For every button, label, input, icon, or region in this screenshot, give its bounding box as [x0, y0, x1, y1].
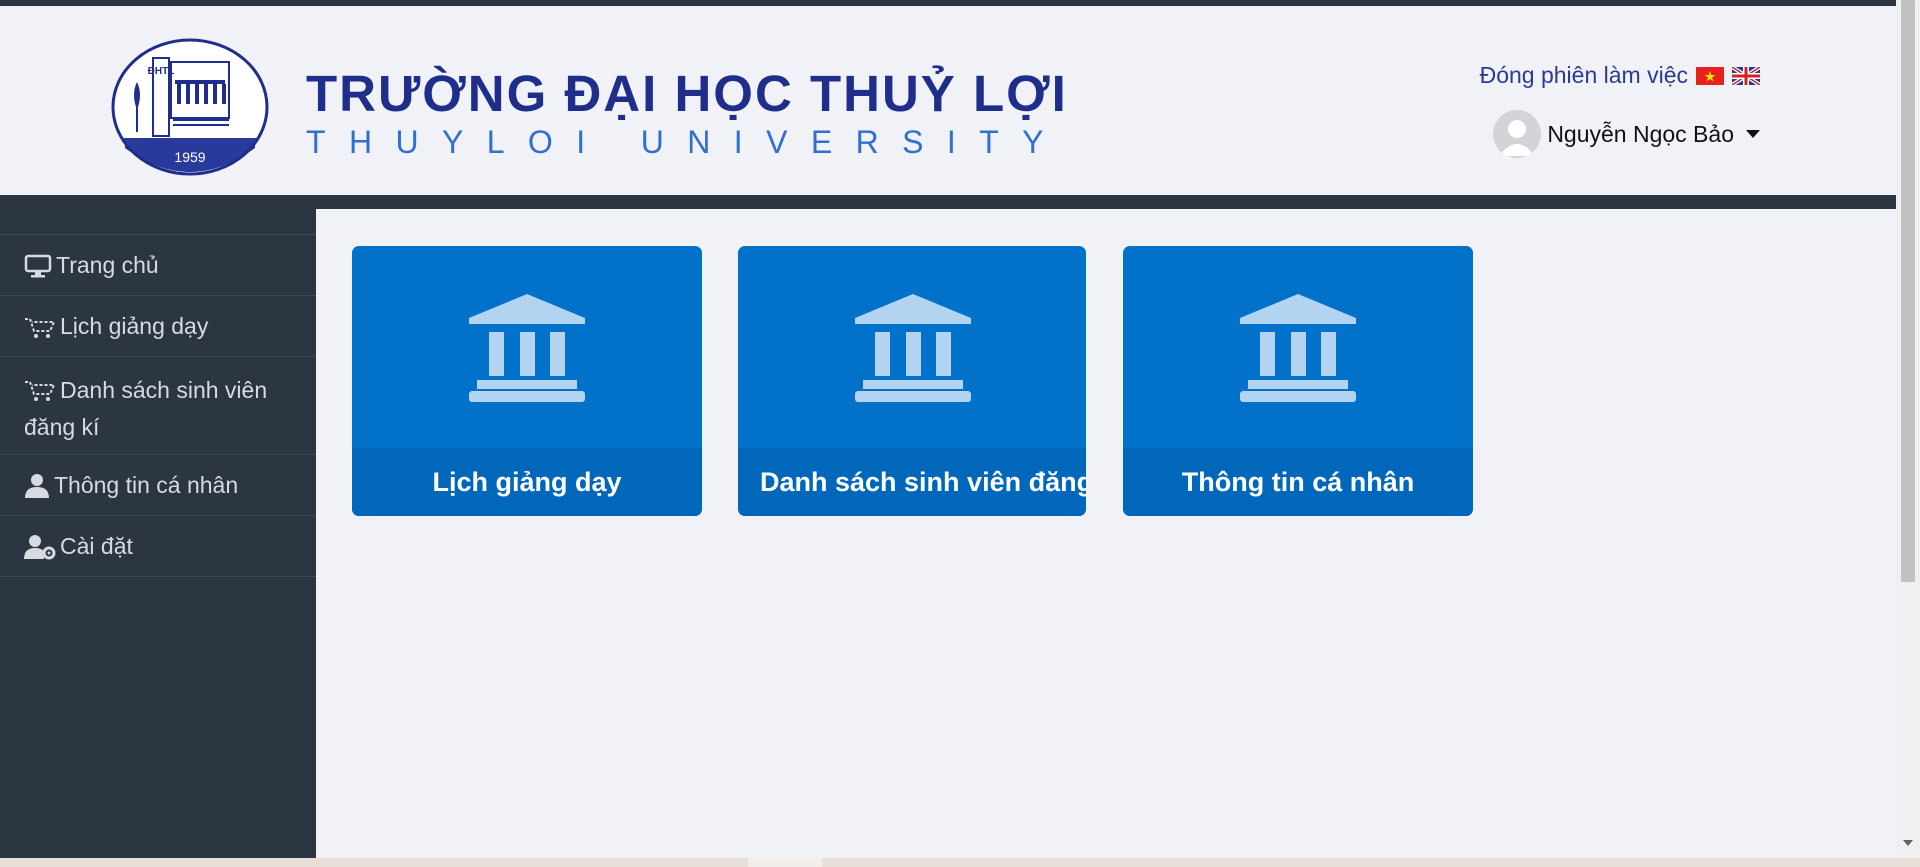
taskbar-highlight	[748, 858, 822, 867]
user-cog-icon	[24, 534, 56, 559]
user-name: Nguyễn Ngọc Bảo	[1547, 120, 1734, 147]
session-bar: Đóng phiên làm việc	[1480, 62, 1760, 89]
card-footer: Danh sách sinh viên đăng kí	[738, 448, 1086, 516]
logo-initials: ĐHTL	[148, 66, 175, 77]
sidebar-item-personal-info[interactable]: Thông tin cá nhân	[0, 454, 316, 515]
sidebar-item-teaching-schedule[interactable]: Lịch giảng dạy	[0, 295, 316, 356]
avatar	[1493, 110, 1542, 158]
vertical-scrollbar[interactable]	[1896, 0, 1920, 858]
sidebar-item-label: Cài đặt	[60, 533, 133, 559]
card-teaching-schedule[interactable]: Lịch giảng dạy	[352, 246, 702, 516]
sidebar-item-label: Lịch giảng dạy	[60, 313, 209, 339]
sidebar-item-student-list[interactable]: Danh sách sinh viên đăng kí	[0, 356, 316, 454]
scrollbar-thumb[interactable]	[1901, 0, 1915, 582]
card-personal-info[interactable]: Thông tin cá nhân	[1123, 246, 1473, 516]
cart-icon	[25, 317, 56, 338]
logout-link[interactable]: Đóng phiên làm việc	[1480, 62, 1688, 89]
sidebar-item-label: Trang chủ	[56, 252, 159, 278]
header: ĐHTL 1959 TRƯỜNG ĐẠI HỌC THUỶ LỢI THUYLO…	[0, 6, 1896, 195]
user-menu[interactable]: Nguyễn Ngọc Bảo	[1493, 110, 1760, 158]
card-title: Danh sách sinh viên đăng kí	[760, 466, 1086, 497]
university-icon	[855, 294, 971, 402]
card-footer: Lịch giảng dạy	[352, 448, 702, 516]
university-icon	[469, 294, 585, 402]
taskbar-edge	[0, 858, 1920, 867]
cart-icon	[25, 381, 56, 401]
uk-flag-icon[interactable]	[1732, 66, 1760, 85]
sidebar-divider	[0, 576, 316, 577]
sidebar: Trang chủ Lịch giảng dạy Danh sách sinh …	[0, 209, 316, 858]
university-name-en: THUYLOI UNIVERSITY	[306, 124, 1067, 160]
scroll-down-arrow-icon[interactable]	[1903, 840, 1913, 846]
chevron-down-icon	[1746, 130, 1760, 138]
university-logo[interactable]: ĐHTL 1959	[111, 38, 269, 176]
sidebar-item-settings[interactable]: Cài đặt	[0, 515, 316, 576]
sidebar-item-label: Thông tin cá nhân	[54, 472, 239, 498]
user-icon	[25, 473, 49, 498]
card-student-list[interactable]: Danh sách sinh viên đăng kí	[738, 246, 1086, 516]
vietnam-flag-icon[interactable]	[1696, 66, 1724, 85]
user-avatar-icon	[1499, 120, 1536, 156]
monitor-icon	[24, 254, 52, 277]
logo-year: 1959	[174, 149, 205, 165]
header-band	[0, 195, 1896, 209]
university-icon	[1240, 294, 1356, 402]
university-name-vi: TRƯỜNG ĐẠI HỌC THUỶ LỢI	[306, 65, 1068, 122]
card-title: Thông tin cá nhân	[1181, 466, 1415, 497]
sidebar-item-home[interactable]: Trang chủ	[0, 234, 316, 295]
sidebar-item-label: Danh sách sinh viên đăng kí	[24, 377, 268, 440]
card-footer: Thông tin cá nhân	[1123, 448, 1473, 516]
card-title: Lịch giảng dạy	[432, 466, 622, 497]
